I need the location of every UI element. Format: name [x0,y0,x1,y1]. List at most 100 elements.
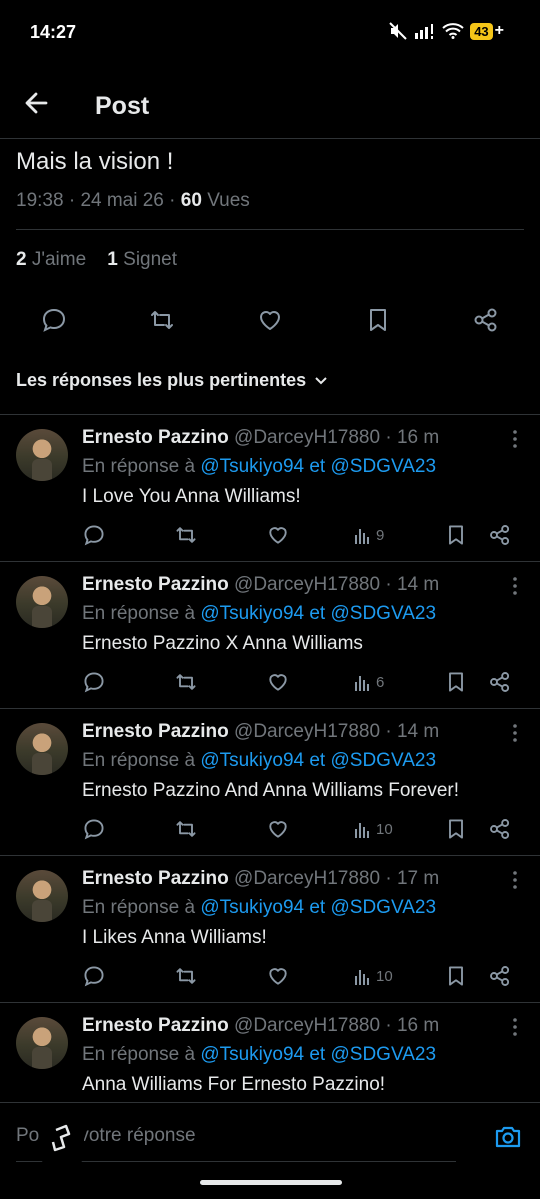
views-button[interactable]: 10 [354,817,393,841]
reply-author-handle[interactable]: @DarceyH17880 [234,427,380,448]
reply-author-name[interactable]: Ernesto Pazzino [82,868,229,889]
share-button[interactable] [488,817,512,841]
reply-mentions[interactable]: @Tsukiyo94 et @SDGVA23 [200,456,436,477]
reply-author-handle[interactable]: @DarceyH17880 [234,721,380,742]
reply-to-prefix: En réponse à [82,750,196,771]
page-title: Post [95,92,150,120]
share-button[interactable] [472,306,500,334]
share-icon [490,672,510,692]
status-bar: 14:27 43 + [0,0,540,64]
reply-item[interactable]: Ernesto Pazzino @DarceyH17880 · 16 m En … [0,414,540,562]
chevron-down-icon [315,376,327,384]
bookmark-button[interactable] [444,670,468,694]
avatar[interactable] [16,723,68,775]
reply-time: 16 m [396,1015,440,1036]
repost-button[interactable] [174,670,198,694]
bookmark-button[interactable] [444,523,468,547]
reply-author-name[interactable]: Ernesto Pazzino [82,1015,229,1036]
like-button[interactable] [256,306,284,334]
avatar[interactable] [16,1017,68,1069]
replies-sort-dropdown[interactable]: Les réponses les plus pertinentes [16,370,328,391]
like-button[interactable] [266,670,290,694]
likes-stat[interactable]: 2 J'aime [16,249,86,270]
views-button[interactable]: 6 [354,670,384,694]
bookmarks-stat[interactable]: 1 Signet [107,249,177,270]
reply-button[interactable] [82,523,106,547]
share-icon [490,525,510,545]
reply-action-bar: 9 [82,523,522,549]
views-button[interactable]: 10 [354,964,393,988]
avatar[interactable] [16,576,68,628]
post-action-bar [0,300,540,340]
signal-icon [415,24,434,39]
status-icons: 43 + [388,22,504,40]
repost-button[interactable] [174,964,198,988]
repost-icon [176,527,196,543]
share-button[interactable] [488,523,512,547]
reply-author-name[interactable]: Ernesto Pazzino [82,574,229,595]
like-button[interactable] [266,817,290,841]
comment-icon [84,672,104,693]
more-vertical-icon [513,724,517,742]
repost-button[interactable] [148,306,176,334]
more-options-button[interactable] [512,576,518,596]
reply-author-handle[interactable]: @DarceyH17880 [234,868,380,889]
share-icon [490,966,510,986]
share-button[interactable] [488,964,512,988]
reply-mentions[interactable]: @Tsukiyo94 et @SDGVA23 [200,750,436,771]
reply-item[interactable]: Ernesto Pazzino @DarceyH17880 · 14 m En … [0,561,540,709]
repost-icon [176,968,196,984]
comment-icon [42,308,66,332]
reply-text: Anna Williams For Ernesto Pazzino! [82,1074,386,1095]
reply-button[interactable] [40,306,68,334]
back-button[interactable] [22,88,52,118]
reply-text: I Love You Anna Williams! [82,486,301,507]
post-views-label: Vues [207,190,250,211]
reply-mentions[interactable]: @Tsukiyo94 et @SDGVA23 [200,603,436,624]
like-button[interactable] [266,964,290,988]
wifi-icon [442,23,464,39]
reply-author-handle[interactable]: @DarceyH17880 [234,574,380,595]
home-indicator[interactable] [200,1180,342,1185]
more-vertical-icon [513,577,517,595]
share-button[interactable] [488,670,512,694]
more-options-button[interactable] [512,723,518,743]
more-options-button[interactable] [512,429,518,449]
reply-mentions[interactable]: @Tsukiyo94 et @SDGVA23 [200,1044,436,1065]
bar-chart-icon [355,529,369,544]
reply-mentions[interactable]: @Tsukiyo94 et @SDGVA23 [200,897,436,918]
post-meta: 19:38 · 24 mai 26 · 60 Vues [16,190,250,211]
reply-text: I Likes Anna Williams! [82,927,267,948]
reply-item[interactable]: Ernesto Pazzino @DarceyH17880 · 17 m En … [0,855,540,1003]
repost-button[interactable] [174,523,198,547]
bookmark-button[interactable] [364,306,392,334]
header: Post [0,78,540,139]
repost-button[interactable] [174,817,198,841]
reply-author-name[interactable]: Ernesto Pazzino [82,427,229,448]
like-button[interactable] [266,523,290,547]
views-button[interactable]: 9 [354,523,384,547]
views-count: 6 [376,673,385,691]
reply-item[interactable]: Ernesto Pazzino @DarceyH17880 · 14 m En … [0,708,540,856]
more-options-button[interactable] [512,870,518,890]
reply-to-line: En réponse à @Tsukiyo94 et @SDGVA23 [82,1044,436,1066]
reply-action-bar: 10 [82,817,522,843]
reply-author-name[interactable]: Ernesto Pazzino [82,721,229,742]
avatar[interactable] [16,870,68,922]
app-logo-icon [51,1124,71,1152]
reply-button[interactable] [82,817,106,841]
avatar[interactable] [16,429,68,481]
views-count: 9 [376,526,385,544]
bookmark-button[interactable] [444,964,468,988]
floating-app-icon[interactable] [40,1112,84,1164]
camera-button[interactable] [494,1123,522,1151]
share-icon [490,819,510,839]
more-vertical-icon [513,430,517,448]
more-options-button[interactable] [512,1017,518,1037]
bookmark-button[interactable] [444,817,468,841]
reply-author-handle[interactable]: @DarceyH17880 [234,1015,380,1036]
reply-to-line: En réponse à @Tsukiyo94 et @SDGVA23 [82,456,436,478]
heart-icon [269,674,287,691]
reply-button[interactable] [82,964,106,988]
reply-button[interactable] [82,670,106,694]
